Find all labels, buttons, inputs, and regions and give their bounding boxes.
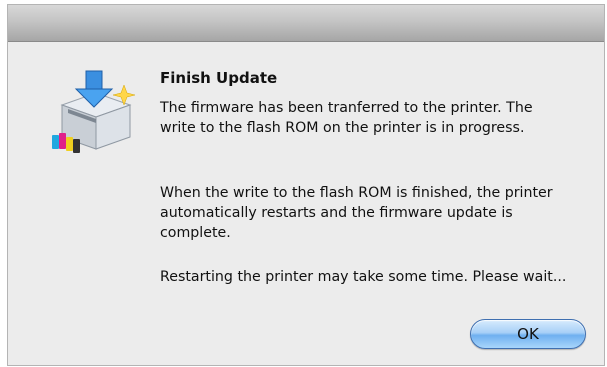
ok-button-label: OK xyxy=(517,325,539,343)
message-paragraph-3: Restarting the printer may take some tim… xyxy=(160,269,567,285)
dialog-titlebar[interactable] xyxy=(8,5,604,42)
printer-update-icon xyxy=(46,65,142,161)
message-paragraph-2: When the write to the flash ROM is finis… xyxy=(160,185,553,241)
ok-button[interactable]: OK xyxy=(470,319,586,349)
dialog-title: Finish Update xyxy=(160,69,278,87)
finish-update-dialog: Finish Update The firmware has been tran… xyxy=(7,4,605,366)
message-paragraph-1: The firmware has been tranferred to the … xyxy=(160,100,533,136)
